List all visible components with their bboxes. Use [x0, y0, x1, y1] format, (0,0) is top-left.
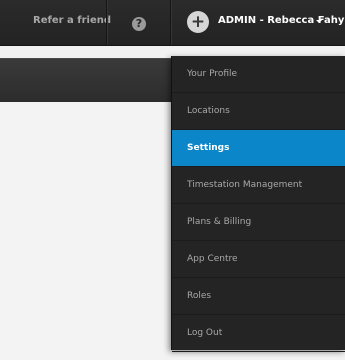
menu-item-your-profile[interactable]: Your Profile — [172, 56, 345, 93]
top-navbar: Refer a friend ? + ADMIN - Rebecca Fahy — [0, 0, 345, 46]
menu-item-app-centre[interactable]: App Centre — [172, 241, 345, 278]
plus-circle-icon: + — [187, 11, 209, 33]
caret-down-icon — [316, 20, 322, 23]
menu-item-locations[interactable]: Locations — [172, 93, 345, 130]
help-icon[interactable]: ? — [132, 17, 146, 31]
menu-item-settings[interactable]: Settings — [172, 130, 345, 167]
navbar-divider — [170, 0, 171, 45]
refer-a-friend-link[interactable]: Refer a friend — [33, 15, 111, 26]
navbar-divider — [106, 0, 107, 45]
menu-item-log-out[interactable]: Log Out — [172, 315, 345, 352]
menu-item-timestation-management[interactable]: Timestation Management — [172, 167, 345, 204]
menu-item-plans-billing[interactable]: Plans & Billing — [172, 204, 345, 241]
menu-item-roles[interactable]: Roles — [172, 278, 345, 315]
user-name-label: ADMIN - Rebecca Fahy — [218, 15, 345, 26]
user-dropdown-menu: Your Profile Locations Settings Timestat… — [171, 56, 345, 352]
